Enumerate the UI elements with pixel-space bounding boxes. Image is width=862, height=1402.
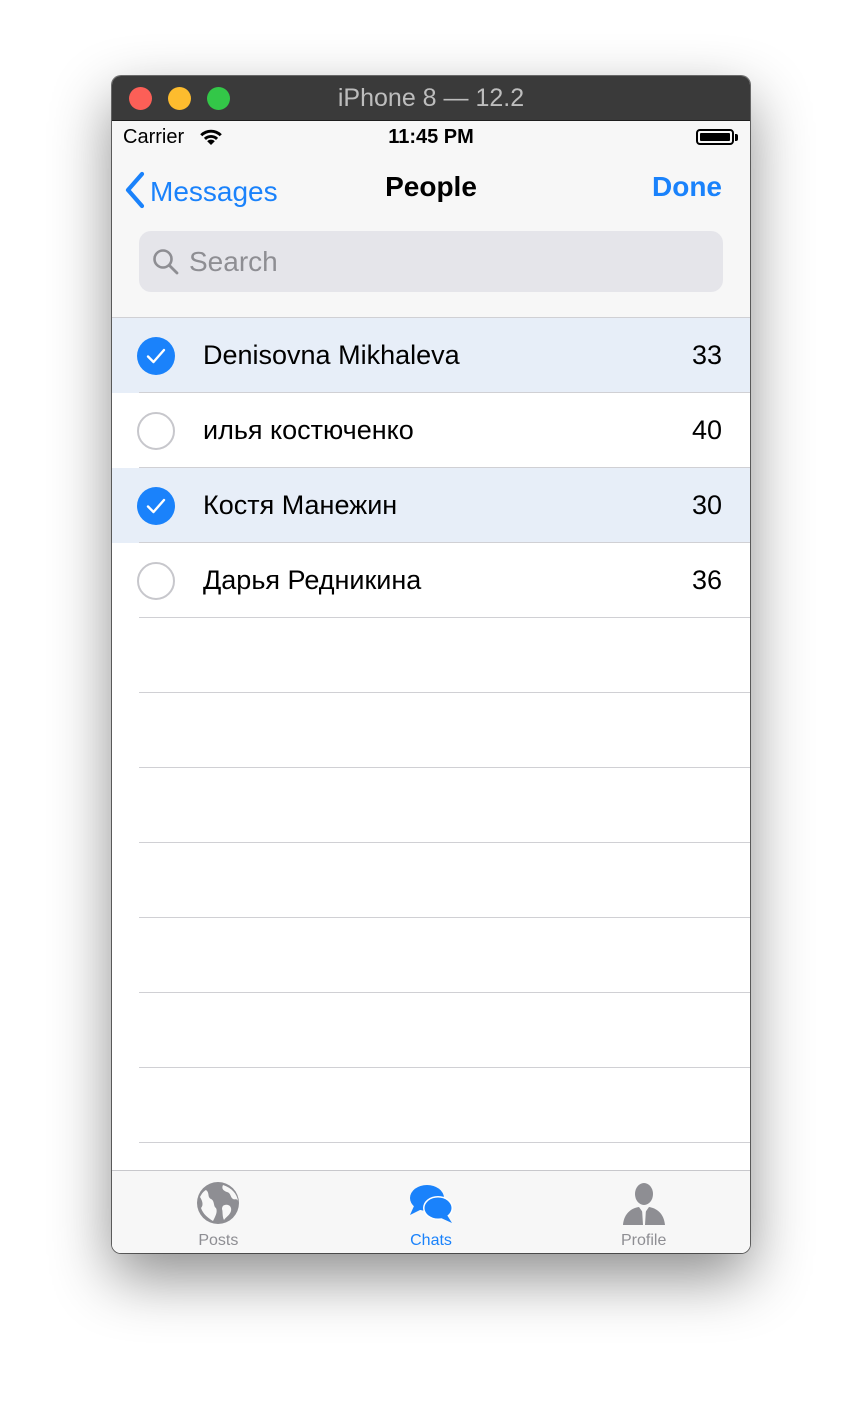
battery-icon — [696, 129, 734, 145]
checkmark-icon[interactable] — [137, 487, 175, 525]
empty-table-row — [112, 1068, 750, 1143]
search-bar[interactable] — [139, 231, 723, 292]
empty-table-row — [112, 918, 750, 993]
empty-table-row — [112, 843, 750, 918]
done-button[interactable]: Done — [652, 171, 722, 203]
chat-bubbles-icon — [407, 1181, 455, 1225]
empty-table-row — [112, 693, 750, 768]
tab-bar: Posts Chats Profile — [112, 1170, 750, 1253]
person-count: 33 — [691, 340, 722, 370]
tab-profile[interactable]: Profile — [537, 1171, 750, 1253]
person-icon — [620, 1181, 668, 1225]
window-title: iPhone 8 — 12.2 — [337, 84, 525, 112]
person-name: Дарья Редникина — [203, 565, 422, 595]
person-count: 30 — [691, 490, 722, 520]
person-name: Denisovna Mikhaleva — [203, 340, 460, 370]
list-item[interactable]: Denisovna Mikhaleva 33 — [112, 318, 750, 393]
person-name: илья костюченко — [203, 415, 414, 445]
device-screen: Carrier 11:45 PM Messages People Done Se… — [112, 121, 750, 1253]
globe-icon — [194, 1181, 242, 1225]
status-time: 11:45 PM — [388, 126, 474, 148]
simulator-window: iPhone 8 — 12.2 Carrier 11:45 PM Message… — [112, 76, 750, 1253]
tab-label: Profile — [621, 1232, 667, 1249]
tab-posts[interactable]: Posts — [112, 1171, 325, 1253]
tab-label: Posts — [198, 1232, 239, 1249]
empty-table-row — [112, 768, 750, 843]
empty-circle-icon[interactable] — [137, 562, 175, 600]
search-icon — [152, 248, 180, 281]
empty-circle-icon[interactable] — [137, 412, 175, 450]
people-list: Denisovna Mikhaleva 33 илья костюченко 4… — [112, 318, 750, 1143]
checkmark-icon[interactable] — [137, 337, 175, 375]
person-count: 36 — [691, 565, 722, 595]
list-item[interactable]: илья костюченко 40 — [112, 393, 750, 468]
tab-chats[interactable]: Chats — [325, 1171, 538, 1253]
empty-table-row — [112, 993, 750, 1068]
list-item[interactable]: Дарья Редникина 36 — [112, 543, 750, 618]
person-count: 40 — [691, 415, 722, 445]
search-input[interactable] — [189, 231, 709, 292]
empty-table-row — [112, 618, 750, 693]
battery-tip — [735, 134, 738, 141]
tab-label: Chats — [410, 1232, 452, 1249]
navigation-header: Carrier 11:45 PM Messages People Done Se… — [112, 121, 750, 318]
window-titlebar[interactable]: iPhone 8 — 12.2 — [112, 76, 750, 121]
person-name: Костя Манежин — [203, 490, 398, 520]
list-item[interactable]: Костя Манежин 30 — [112, 468, 750, 543]
